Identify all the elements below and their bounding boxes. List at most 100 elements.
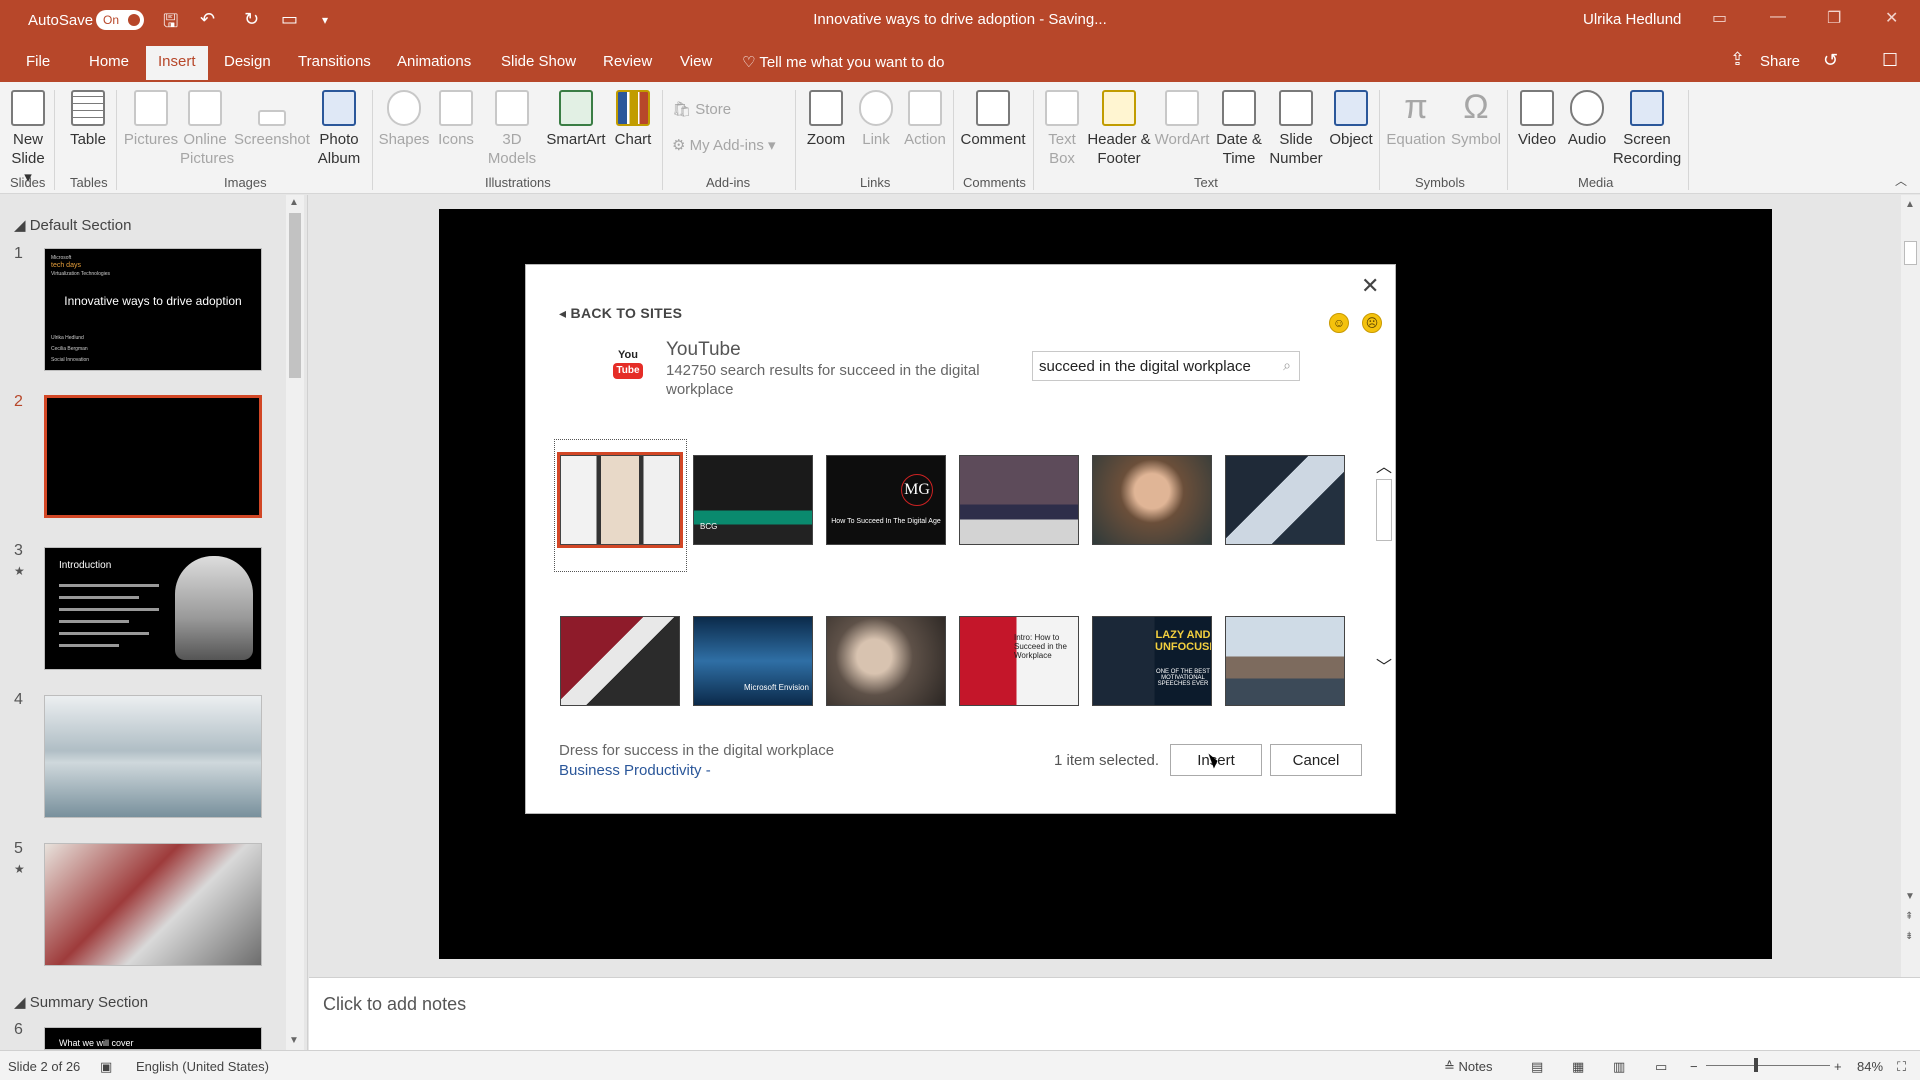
- tab-insert[interactable]: Insert: [146, 46, 208, 80]
- notes-pane[interactable]: Click to add notes: [309, 977, 1920, 1050]
- collapse-ribbon-icon[interactable]: ︿: [1895, 172, 1907, 189]
- zoom-button[interactable]: Zoom: [802, 90, 850, 149]
- zoom-in-icon[interactable]: +: [1834, 1059, 1842, 1074]
- user-name[interactable]: Ulrika Hedlund: [1583, 11, 1681, 28]
- section-summary[interactable]: ◢ Summary Section: [14, 993, 148, 1011]
- normal-view-icon[interactable]: ▤: [1531, 1059, 1543, 1075]
- scroll-up-icon[interactable]: ▲: [289, 197, 299, 208]
- tell-me-search[interactable]: ♡ Tell me what you want to do: [742, 53, 944, 71]
- photo-album-button[interactable]: Photo Album: [312, 90, 366, 168]
- results-scrollbar[interactable]: ︿ ﹀: [1374, 453, 1394, 676]
- back-to-sites-link[interactable]: ◂ BACK TO SITES: [559, 305, 682, 322]
- tab-design[interactable]: Design: [224, 53, 271, 70]
- slide-thumbnail-5[interactable]: [44, 843, 262, 966]
- next-slide-icon[interactable]: ⇟: [1905, 931, 1913, 942]
- video-thumbnail-12[interactable]: [1225, 616, 1345, 706]
- slideshow-icon[interactable]: ▭: [1655, 1059, 1667, 1075]
- share-button[interactable]: Share: [1760, 53, 1800, 70]
- zoom-out-icon[interactable]: −: [1690, 1059, 1698, 1074]
- tab-view[interactable]: View: [680, 53, 712, 70]
- frown-feedback-icon[interactable]: ☹: [1362, 313, 1382, 333]
- equation-button[interactable]: π Equation: [1384, 90, 1448, 149]
- 3d-models-button[interactable]: 3D Models: [484, 90, 540, 168]
- slide-number-button[interactable]: Slide Number: [1268, 90, 1324, 168]
- scrollbar-thumb[interactable]: [1376, 479, 1392, 541]
- slide-sorter-icon[interactable]: ▦: [1572, 1059, 1584, 1075]
- video-thumbnail-1[interactable]: [557, 452, 683, 548]
- thumbnails-scrollbar[interactable]: ▲ ▼: [286, 195, 304, 1050]
- video-thumbnail-7[interactable]: [560, 616, 680, 706]
- slide-thumbnail-3[interactable]: Introduction: [44, 547, 262, 670]
- my-addins-button[interactable]: ⚙ My Add-ins ▾: [672, 136, 776, 154]
- video-button[interactable]: Video: [1514, 90, 1560, 149]
- smartart-button[interactable]: SmartArt: [545, 90, 607, 149]
- reading-view-icon[interactable]: ▥: [1613, 1059, 1625, 1075]
- text-box-button[interactable]: Text Box: [1042, 90, 1082, 168]
- slide-scrollbar[interactable]: ▲ ▼ ⇞ ⇟: [1901, 195, 1920, 977]
- screen-recording-button[interactable]: Screen Recording: [1612, 90, 1682, 168]
- shapes-button[interactable]: Shapes: [378, 90, 430, 149]
- action-button[interactable]: Action: [900, 90, 950, 149]
- video-thumbnail-5[interactable]: [1092, 455, 1212, 545]
- notes-toggle[interactable]: ≙ Notes: [1444, 1059, 1492, 1075]
- online-pictures-button[interactable]: Online Pictures: [180, 90, 234, 168]
- table-button[interactable]: Table: [68, 90, 108, 149]
- object-button[interactable]: Object: [1326, 90, 1376, 149]
- spellcheck-icon[interactable]: ▣: [100, 1059, 112, 1075]
- previous-slide-icon[interactable]: ⇞: [1905, 911, 1913, 922]
- wordart-button[interactable]: WordArt: [1154, 90, 1210, 149]
- slide-thumbnail-6[interactable]: What we will cover: [44, 1027, 262, 1050]
- cancel-button[interactable]: Cancel: [1270, 744, 1362, 776]
- tab-transitions[interactable]: Transitions: [298, 53, 371, 70]
- history-icon[interactable]: ↺: [1823, 50, 1838, 71]
- search-input[interactable]: [1033, 352, 1269, 380]
- video-thumbnail-9[interactable]: [826, 616, 946, 706]
- scrollbar-thumb[interactable]: [289, 213, 301, 378]
- tab-animations[interactable]: Animations: [397, 53, 471, 70]
- tab-file[interactable]: File: [26, 53, 50, 70]
- video-thumbnail-8[interactable]: Microsoft Envision: [693, 616, 813, 706]
- date-time-button[interactable]: Date & Time: [1212, 90, 1266, 168]
- video-thumbnail-4[interactable]: [959, 455, 1079, 545]
- maximize-icon[interactable]: ❐: [1827, 8, 1841, 28]
- scroll-down-icon[interactable]: ▼: [289, 1035, 299, 1046]
- share-icon[interactable]: ⇪: [1730, 49, 1745, 70]
- language-indicator[interactable]: English (United States): [136, 1059, 269, 1074]
- chevron-up-icon[interactable]: ︿: [1376, 453, 1392, 477]
- zoom-slider[interactable]: [1706, 1065, 1830, 1066]
- tab-slide-show[interactable]: Slide Show: [501, 53, 576, 70]
- selected-video-category-link[interactable]: Business Productivity -: [559, 762, 711, 779]
- pictures-button[interactable]: Pictures: [123, 90, 179, 149]
- close-window-icon[interactable]: ✕: [1885, 8, 1898, 28]
- tab-review[interactable]: Review: [603, 53, 652, 70]
- store-button[interactable]: 🛍 Store: [672, 100, 731, 118]
- icons-button[interactable]: Icons: [434, 90, 478, 149]
- smile-feedback-icon[interactable]: ☺: [1329, 313, 1349, 333]
- video-thumbnail-10[interactable]: Intro: How to Succeed in the Workplace: [959, 616, 1079, 706]
- video-thumbnail-11[interactable]: LAZY AND UNFOCUSED ONE OF THE BEST MOTIV…: [1092, 616, 1212, 706]
- audio-button[interactable]: Audio: [1565, 90, 1609, 149]
- zoom-level[interactable]: 84%: [1857, 1059, 1883, 1074]
- link-button[interactable]: Link: [856, 90, 896, 149]
- zoom-slider-thumb[interactable]: [1754, 1058, 1758, 1072]
- section-default[interactable]: ◢ Default Section: [14, 216, 131, 234]
- tab-home[interactable]: Home: [89, 53, 129, 70]
- chevron-down-icon[interactable]: ﹀: [1376, 653, 1392, 677]
- minimize-icon[interactable]: —: [1770, 8, 1786, 26]
- screenshot-button[interactable]: Screenshot: [234, 90, 310, 149]
- new-slide-button[interactable]: New Slide ▾: [8, 90, 48, 187]
- video-search-field[interactable]: ⌕: [1032, 351, 1300, 381]
- comments-icon[interactable]: ☐: [1882, 50, 1898, 71]
- symbol-button[interactable]: Ω Symbol: [1450, 90, 1502, 149]
- scrollbar-thumb[interactable]: [1904, 241, 1917, 265]
- chart-button[interactable]: Chart: [612, 90, 654, 149]
- scroll-up-icon[interactable]: ▲: [1905, 199, 1915, 210]
- slide-thumbnail-1[interactable]: Microsoft tech days Virtualization Techn…: [44, 248, 262, 371]
- close-icon[interactable]: ✕: [1361, 273, 1379, 299]
- header-footer-button[interactable]: Header & Footer: [1087, 90, 1151, 168]
- video-thumbnail-3[interactable]: MG How To Succeed In The Digital Age: [826, 455, 946, 545]
- slide-thumbnail-4[interactable]: [44, 695, 262, 818]
- fit-slide-icon[interactable]: ⛶: [1897, 1059, 1906, 1075]
- slide-thumbnail-2[interactable]: [44, 395, 262, 518]
- ribbon-display-icon[interactable]: ▭: [1712, 8, 1727, 28]
